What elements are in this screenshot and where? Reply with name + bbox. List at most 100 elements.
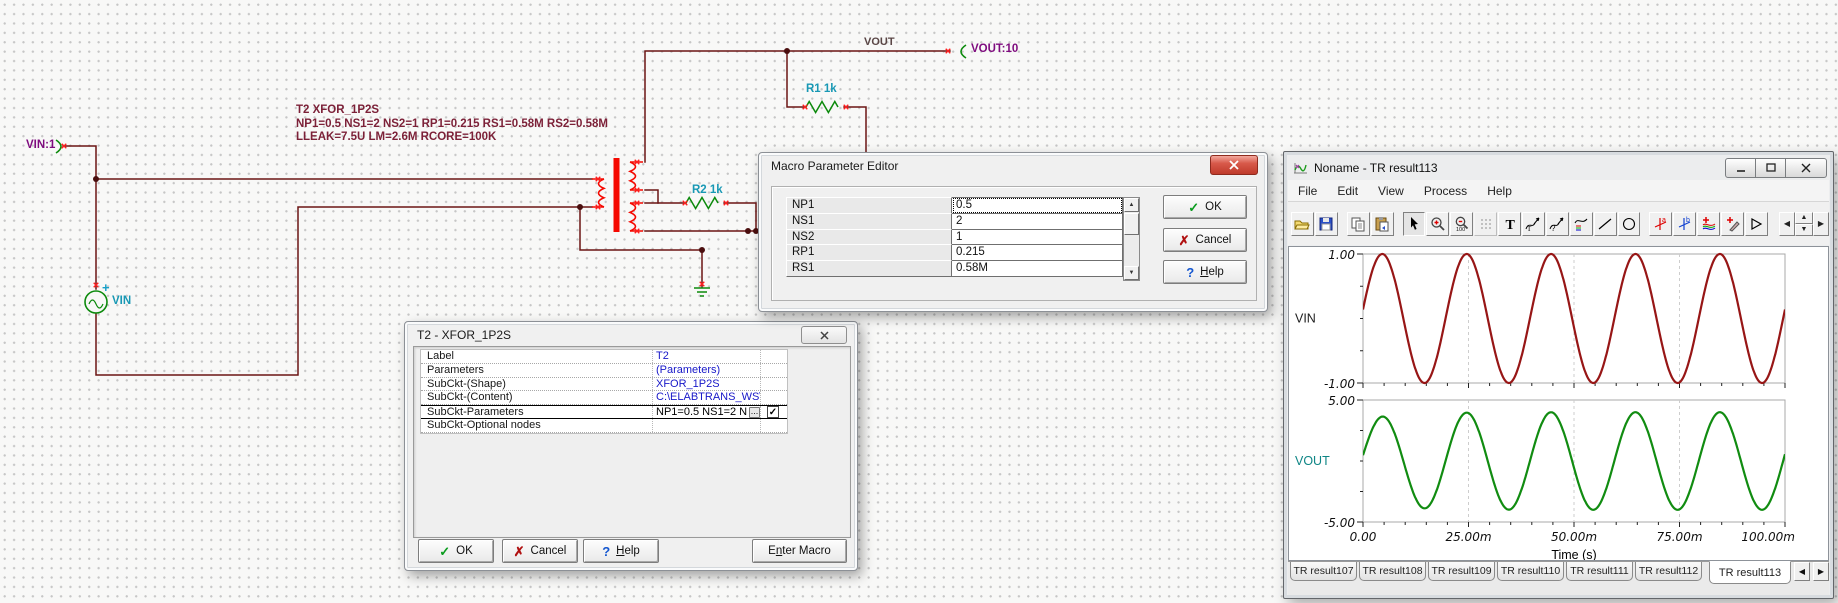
ok-button[interactable]: ✓ OK (418, 539, 494, 563)
row-extra (761, 364, 785, 377)
label-r1[interactable]: R1 1k (806, 83, 837, 95)
param-value-input[interactable]: 0.58M (952, 260, 1123, 277)
wire-r2-leads[interactable] (644, 202, 757, 232)
label-vin-source[interactable]: VIN (112, 295, 131, 307)
tab-tr-result109[interactable]: TR result109 (1428, 562, 1495, 581)
transformer-t2[interactable] (592, 158, 643, 235)
minimize-button[interactable] (1725, 158, 1756, 178)
grid-button[interactable] (1474, 211, 1498, 236)
tab-tr-result112[interactable]: TR result112 (1635, 562, 1702, 581)
zoom-in-button[interactable] (1426, 211, 1450, 236)
net-label-vout10[interactable]: VOUT:10 (971, 43, 1018, 55)
query-curve-button[interactable]: ? (1545, 211, 1569, 236)
tab-tr-result110[interactable]: TR result110 (1497, 562, 1564, 581)
select-cursor-button[interactable] (1402, 211, 1426, 236)
line-tool-button[interactable] (1593, 211, 1617, 236)
table-row[interactable]: SubCkt-Optional nodes (421, 418, 787, 433)
wire-ground-branch[interactable] (579, 206, 703, 288)
table-row-selected[interactable]: SubCkt-Parameters NP1=0.5 NS1=2 N ... ✓ (421, 405, 787, 419)
row-value[interactable]: T2 (653, 350, 761, 363)
vin-terminal-bracket[interactable] (55, 139, 62, 154)
net-label-vout[interactable]: VOUT (864, 36, 895, 48)
title-bar[interactable]: Noname - TR result113 (1288, 156, 1829, 180)
scroll-up-button[interactable]: ▲ (1124, 198, 1139, 212)
param-value-input[interactable]: 1 (952, 228, 1123, 246)
row-value[interactable]: NP1=0.5 NS1=2 N (656, 406, 747, 418)
nav-right-button[interactable]: ▶ (1812, 211, 1829, 236)
close-button[interactable] (1210, 155, 1258, 175)
plot-panel[interactable]: 1.00 -1.00 VIN 5.00 -5.00 VOUT 0.00 25.00m 50.00… (1288, 246, 1829, 561)
ellipse-tool-button[interactable] (1617, 211, 1641, 236)
param-value-input[interactable]: 2 (952, 212, 1123, 230)
menu-view[interactable]: View (1368, 184, 1414, 198)
table-row[interactable]: SubCkt-(Content) C:\ELABTRANS_WS\ (421, 391, 787, 406)
row-value[interactable]: C:\ELABTRANS_WS\ (653, 391, 761, 405)
zoom-100-button[interactable]: 100 (1450, 211, 1474, 236)
paste-button[interactable] (1370, 211, 1394, 236)
table-row[interactable]: Label T2 (421, 350, 787, 364)
maximize-button[interactable] (1755, 158, 1786, 178)
close-button[interactable] (1785, 158, 1827, 178)
menu-edit[interactable]: Edit (1327, 184, 1368, 198)
checkbox-checked[interactable]: ✓ (767, 406, 779, 419)
param-value-input[interactable]: 0.215 (952, 244, 1123, 262)
help-button[interactable]: ? Help (583, 539, 659, 563)
parameter-row[interactable]: RP1 0.215 (786, 244, 1123, 262)
row-value[interactable]: (Parameters) (653, 363, 761, 377)
menu-file[interactable]: File (1288, 184, 1327, 198)
enter-macro-button[interactable]: Enter Macro (752, 539, 847, 563)
row-value[interactable]: XFOR_1P2S (653, 377, 761, 391)
resistor-r1[interactable] (805, 100, 839, 114)
ground-symbol[interactable] (694, 287, 710, 297)
annotate-curve-button[interactable]: T (1522, 211, 1545, 236)
property-table: Label T2 Parameters (Parameters) SubCkt-… (420, 349, 788, 434)
tab-scroll-left-button[interactable]: ◀ (1794, 562, 1810, 581)
export-play-button[interactable] (1745, 211, 1768, 236)
cursor-a-button[interactable]: a (1649, 211, 1673, 236)
ok-button[interactable]: ✓ OK (1163, 195, 1247, 219)
label-r2[interactable]: R2 1k (692, 184, 723, 196)
save-button[interactable] (1314, 211, 1338, 236)
more-button[interactable]: ... (749, 406, 760, 418)
wire-vin-feed[interactable] (62, 145, 97, 290)
tab-scroll-right-button[interactable]: ▶ (1813, 562, 1829, 581)
cancel-button[interactable]: ✗ Cancel (1163, 228, 1247, 252)
resistor-r2[interactable] (685, 196, 719, 210)
tab-tr-result111[interactable]: TR result111 (1566, 562, 1633, 581)
net-label-vin1[interactable]: VIN:1 (26, 139, 55, 151)
open-button[interactable] (1291, 211, 1314, 236)
scroll-thumb[interactable] (1124, 213, 1139, 235)
wire-secondary-series-link[interactable] (644, 189, 659, 204)
probe-add-button[interactable] (1721, 211, 1745, 236)
cancel-button[interactable]: ✗ Cancel (502, 539, 578, 563)
t2-parameter-annotation[interactable]: T2 XFOR_1P2S NP1=0.5 NS1=2 NS2=1 RP1=0.2… (296, 104, 608, 145)
maximize-icon (1765, 163, 1776, 172)
tab-tr-result113-active[interactable]: TR result113 (1709, 561, 1791, 584)
parameter-row[interactable]: NP1 0.5 (786, 197, 1123, 214)
parameter-row[interactable]: NS2 1 (786, 228, 1123, 246)
text-tool-icon: T (1505, 218, 1515, 232)
text-tool-button[interactable]: T (1498, 211, 1522, 236)
parameter-row[interactable]: RS1 0.58M (786, 260, 1123, 277)
table-row[interactable]: SubCkt-(Shape) XFOR_1P2S (421, 377, 787, 392)
tab-tr-result107[interactable]: TR result107 (1290, 562, 1357, 581)
menu-process[interactable]: Process (1414, 184, 1477, 198)
close-button[interactable] (801, 326, 847, 344)
legend-button[interactable] (1569, 211, 1593, 236)
row-value[interactable] (653, 418, 761, 432)
tab-tr-result108[interactable]: TR result108 (1359, 562, 1426, 581)
nav-up-button[interactable]: ▲ (1794, 211, 1813, 224)
add-curves-button[interactable] (1697, 211, 1721, 236)
vout-terminal-bracket[interactable] (960, 44, 967, 59)
scroll-down-button[interactable]: ▼ (1124, 266, 1139, 280)
menu-help[interactable]: Help (1477, 184, 1522, 198)
nav-down-button[interactable]: ▼ (1794, 223, 1813, 236)
cursor-b-button[interactable]: b (1673, 211, 1697, 236)
parameter-row[interactable]: NS1 2 (786, 212, 1123, 230)
help-button[interactable]: ? Help (1163, 260, 1247, 284)
table-scrollbar[interactable]: ▲ ▼ (1123, 197, 1140, 281)
nav-left-button[interactable]: ◀ (1778, 211, 1795, 236)
param-value-input[interactable]: 0.5 (952, 197, 1123, 214)
table-row[interactable]: Parameters (Parameters) (421, 363, 787, 378)
copy-button[interactable] (1346, 211, 1370, 236)
